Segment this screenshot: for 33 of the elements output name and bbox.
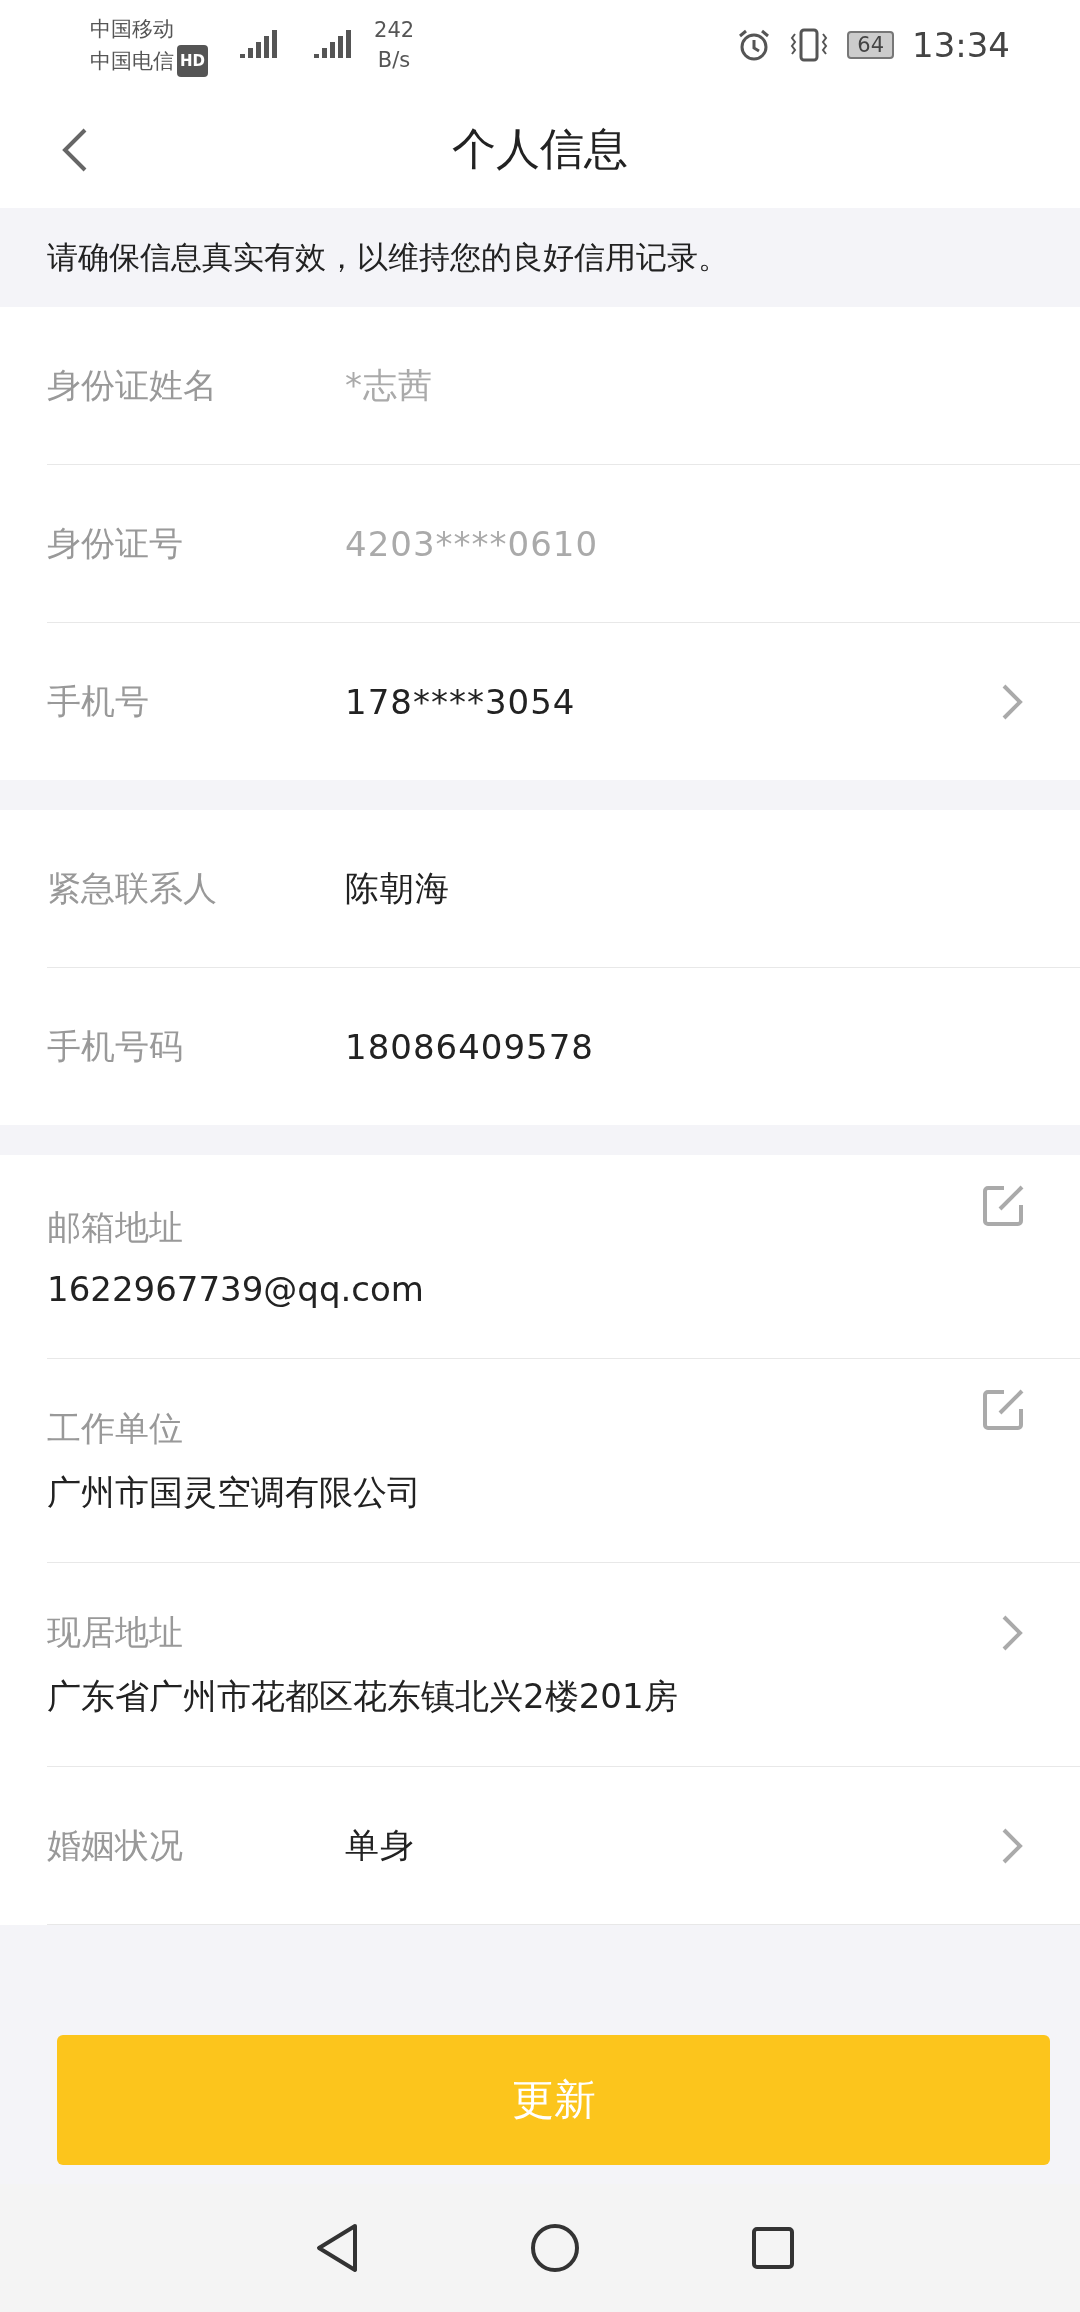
carrier-name: 中国移动	[90, 16, 175, 43]
field-value[interactable]: 广东省广州市花都区花东镇北兴2楼201房	[47, 1673, 678, 1720]
field-label: 现居地址	[47, 1610, 183, 1654]
alarm-icon	[737, 28, 772, 62]
field-value[interactable]: 1622967739@qq.com	[47, 1268, 424, 1309]
recents-icon[interactable]	[750, 2226, 795, 2270]
field-label: 手机号	[47, 679, 150, 723]
battery-level: 64	[847, 31, 894, 59]
field-label: 紧急联系人	[47, 866, 218, 910]
network-speed: 242	[374, 17, 415, 44]
vibrate-icon	[789, 28, 830, 62]
back-icon[interactable]	[62, 128, 88, 172]
field-value: *志茜	[345, 363, 434, 407]
clock-time: 13:34	[912, 25, 1010, 65]
field-label: 身份证号	[47, 521, 184, 565]
field-value: 4203****0610	[345, 523, 600, 564]
field-value[interactable]: 178****3054	[345, 681, 1000, 722]
field-label: 婚姻状况	[47, 1823, 184, 1867]
field-value[interactable]: 单身	[345, 1822, 1000, 1869]
hd-badge: HD	[177, 45, 208, 77]
page-title: 个人信息	[452, 121, 628, 176]
field-label: 邮箱地址	[47, 1205, 183, 1249]
field-value[interactable]: 陈朝海	[345, 865, 1024, 912]
carrier-name: 中国电信	[90, 48, 174, 75]
speed-unit: B/s	[377, 47, 411, 74]
field-value[interactable]: 18086409578	[345, 1026, 1024, 1067]
home-icon[interactable]	[530, 2223, 580, 2273]
field-label: 身份证姓名	[47, 363, 218, 407]
field-label: 工作单位	[47, 1406, 183, 1450]
field-label: 手机号码	[47, 1024, 184, 1068]
field-value[interactable]: 广州市国灵空调有限公司	[47, 1469, 421, 1516]
back-nav-icon[interactable]	[315, 2223, 360, 2273]
notice-text: 请确保信息真实有效，以维持您的良好信用记录。	[47, 237, 729, 277]
